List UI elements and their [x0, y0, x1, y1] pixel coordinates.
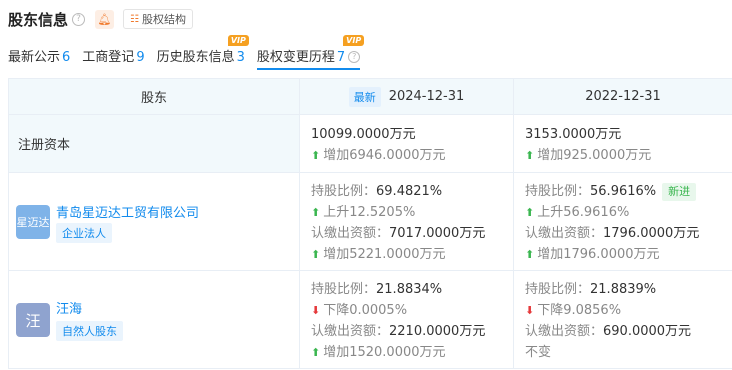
arrow-down-icon: ⬇ [311, 304, 321, 317]
reg-capital-label: 注册资本 [8, 114, 300, 173]
arrow-up-icon: ⬆ [525, 149, 535, 162]
tab-bar: 最新公示 6 工商登记 9 历史股东信息 3 VIP 股权变更历程 7 VIP? [8, 34, 372, 70]
arrow-up-icon: ⬆ [311, 248, 321, 261]
arrow-up-icon: ⬆ [311, 149, 321, 162]
equity-structure-label: 股权结构 [141, 13, 186, 26]
unchanged-text: 不变 [525, 345, 552, 360]
holder-type-tag: 企业法人 [56, 223, 112, 243]
avatar: 汪 [16, 303, 50, 337]
help-icon[interactable]: ? [72, 12, 86, 26]
arrow-up-icon: ⬆ [311, 206, 321, 219]
reg-capital-cell: 3153.0000万元 ⬆ 增加925.0000万元 [513, 114, 732, 173]
vip-badge: VIP [343, 34, 365, 46]
section-header: 股东信息 ? 🔔︎ ☷ 股权结构 [8, 7, 193, 31]
arrow-up-icon: ⬆ [525, 206, 535, 219]
vip-badge: VIP [227, 34, 249, 46]
tab-history-holders[interactable]: 历史股东信息 3 VIP [157, 34, 249, 65]
table-row: 星迈达 青岛星迈达工贸有限公司 企业法人 持股比例：69.4821% ⬆ 上升12… [8, 172, 732, 271]
latest-badge: 最新 [348, 86, 381, 107]
table-row: 汪 汪海 自然人股东 持股比例：21.8834% ⬇ 下降0.0005% 认缴出资… [8, 270, 732, 369]
new-entry-badge: 新进 [662, 183, 697, 201]
holder-name-link[interactable]: 青岛星迈达工贸有限公司 [56, 202, 199, 221]
arrow-up-icon: ⬆ [311, 346, 321, 359]
col-header-holder: 股东 [8, 78, 300, 115]
tab-latest[interactable]: 最新公示 6 [8, 46, 70, 65]
holder-cell: 星迈达 青岛星迈达工贸有限公司 企业法人 [8, 172, 300, 271]
period-cell: 持股比例：21.8839% ⬇ 下降9.0856% 认缴出资额：690.0000万… [513, 270, 732, 369]
period-cell: 持股比例：21.8834% ⬇ 下降0.0005% 认缴出资额：2210.0000… [299, 270, 514, 369]
equity-structure-button[interactable]: ☷ 股权结构 [123, 9, 193, 29]
arrow-up-icon: ⬆ [525, 248, 535, 261]
org-chart-icon: ☷ [130, 13, 139, 25]
period-cell: 持股比例：69.4821% ⬆ 上升12.5205% 认缴出资额：7017.000… [299, 172, 514, 271]
avatar: 星迈达 [16, 205, 50, 239]
holder-name-link[interactable]: 汪海 [56, 298, 82, 317]
tab-registration[interactable]: 工商登记 9 [82, 46, 144, 65]
table-header-row: 股东 最新 2024-12-31 2022-12-31 [8, 78, 732, 115]
arrow-down-icon: ⬇ [525, 304, 535, 317]
tab-equity-changes[interactable]: 股权变更历程 7 VIP? [256, 34, 365, 70]
equity-change-table: 股东 最新 2024-12-31 2022-12-31 注册资本 10099.00… [8, 78, 732, 369]
help-icon[interactable]: ? [348, 51, 361, 63]
bell-icon[interactable]: 🔔︎ [95, 9, 115, 29]
holder-type-tag: 自然人股东 [56, 321, 123, 341]
section-title: 股东信息 [8, 10, 69, 29]
col-header-date: 2022-12-31 [513, 78, 732, 115]
col-header-date: 最新 2024-12-31 [299, 78, 514, 115]
reg-capital-cell: 10099.0000万元 ⬆ 增加6946.0000万元 [299, 114, 514, 173]
reg-capital-row: 注册资本 10099.0000万元 ⬆ 增加6946.0000万元 3153.00… [8, 114, 732, 173]
holder-cell: 汪 汪海 自然人股东 [8, 270, 300, 369]
period-cell: 持股比例：56.9616% 新进 ⬆ 上升56.9616% 认缴出资额：1796.0… [513, 172, 732, 271]
